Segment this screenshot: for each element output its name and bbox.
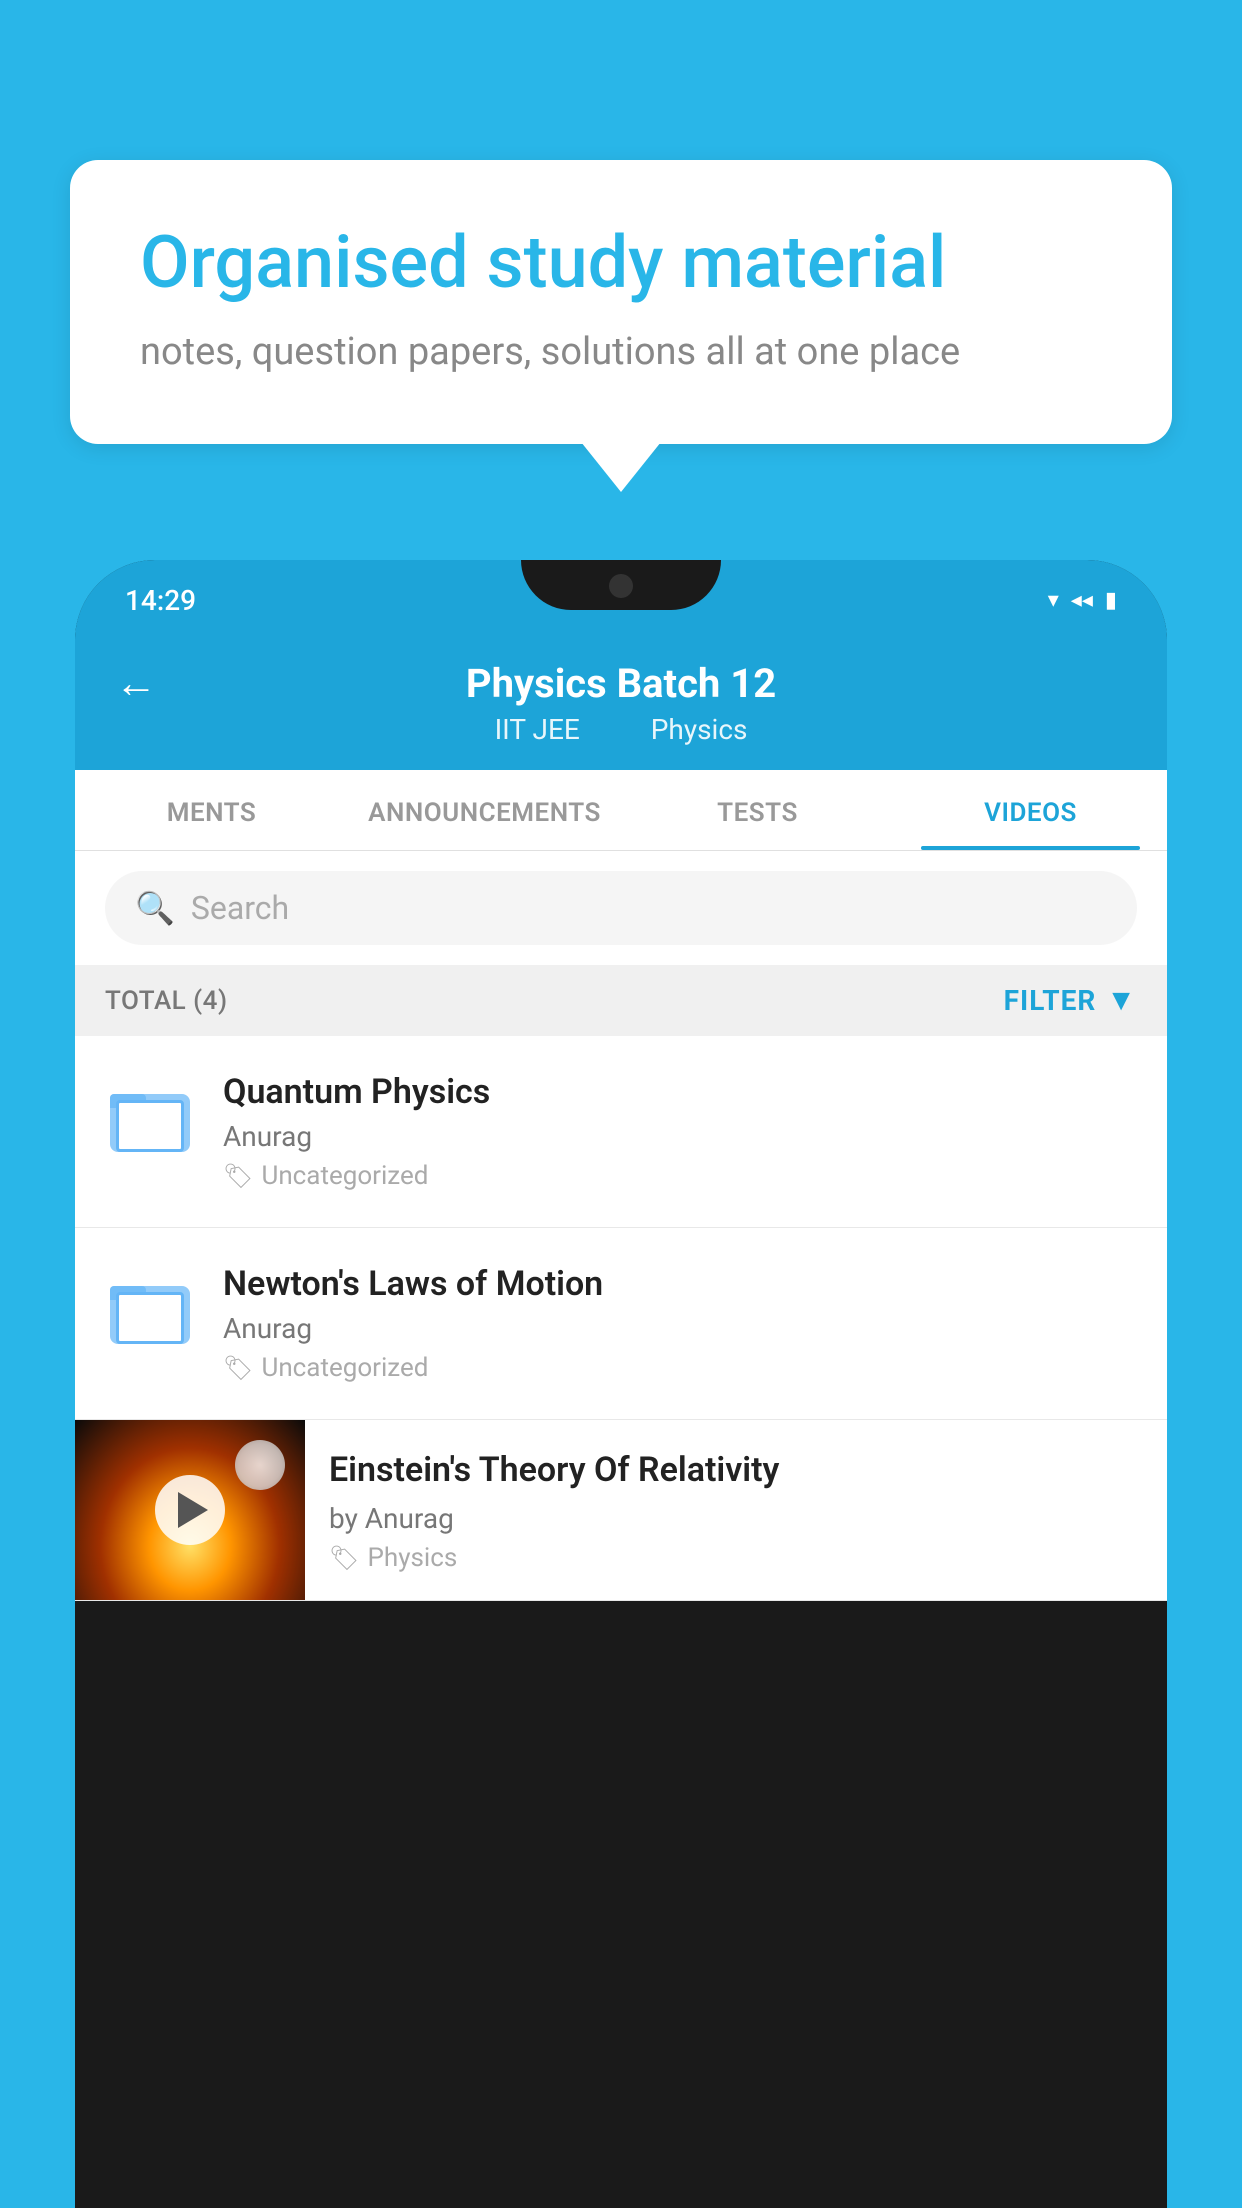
item-content: Quantum Physics Anurag 🏷 Uncategorized: [223, 1072, 1137, 1191]
video-item-thumbnail[interactable]: Einstein's Theory Of Relativity by Anura…: [75, 1420, 1167, 1601]
play-button[interactable]: [155, 1475, 225, 1545]
tab-tests[interactable]: TESTS: [621, 770, 894, 850]
tag-icon: 🏷: [329, 1544, 359, 1572]
video-item[interactable]: Quantum Physics Anurag 🏷 Uncategorized: [75, 1036, 1167, 1228]
camera-notch: [609, 574, 633, 598]
item-title: Quantum Physics: [223, 1072, 1137, 1112]
header-tag1: IIT JEE: [495, 713, 580, 746]
item-author: Anurag: [223, 1312, 1137, 1345]
speech-bubble-subtitle: notes, question papers, solutions all at…: [140, 330, 1102, 374]
item-author: Anurag: [223, 1120, 1137, 1153]
filter-row: TOTAL (4) FILTER ▼: [75, 965, 1167, 1036]
item-content: Newton's Laws of Motion Anurag 🏷 Uncateg…: [223, 1264, 1137, 1383]
item-title: Einstein's Theory Of Relativity: [329, 1448, 1147, 1492]
tab-bar: MENTS ANNOUNCEMENTS TESTS VIDEOS: [75, 770, 1167, 851]
search-icon: 🔍: [135, 889, 175, 927]
header-subtitle: IIT JEE Physics: [479, 713, 764, 746]
item-tag: 🏷 Physics: [329, 1543, 1147, 1573]
phone-frame: 14:29 ▾ ◂◂ ▮ ← Physics Batch 12 IIT JEE …: [75, 560, 1167, 2208]
thumb-content: Einstein's Theory Of Relativity by Anura…: [305, 1420, 1167, 1593]
item-tag: 🏷 Uncategorized: [223, 1161, 1137, 1191]
total-count: TOTAL (4): [105, 986, 228, 1016]
video-item[interactable]: Newton's Laws of Motion Anurag 🏷 Uncateg…: [75, 1228, 1167, 1420]
item-tag: 🏷 Uncategorized: [223, 1353, 1137, 1383]
tab-announcements[interactable]: ANNOUNCEMENTS: [348, 770, 621, 850]
item-folder-icon: [105, 1072, 195, 1162]
search-bar[interactable]: 🔍 Search: [105, 871, 1137, 945]
speech-bubble-card: Organised study material notes, question…: [70, 160, 1172, 444]
video-list: Quantum Physics Anurag 🏷 Uncategorized N…: [75, 1036, 1167, 1601]
tab-videos[interactable]: VIDEOS: [894, 770, 1167, 850]
header-tag2: Physics: [651, 713, 748, 746]
search-placeholder: Search: [191, 889, 289, 927]
filter-icon: ▼: [1106, 983, 1137, 1018]
item-title: Newton's Laws of Motion: [223, 1264, 1137, 1304]
search-area: 🔍 Search: [75, 851, 1167, 965]
item-author: by Anurag: [329, 1502, 1147, 1535]
tab-ments[interactable]: MENTS: [75, 770, 348, 850]
filter-button[interactable]: FILTER ▼: [1004, 983, 1137, 1018]
status-icons: ▾ ◂◂ ▮: [1048, 588, 1117, 613]
video-thumbnail: [75, 1420, 305, 1600]
wifi-icon: ▾: [1048, 588, 1059, 613]
status-time: 14:29: [125, 584, 196, 617]
item-folder-icon: [105, 1264, 195, 1354]
tag-icon: 🏷: [223, 1162, 253, 1190]
play-icon: [178, 1492, 208, 1528]
signal-icon: ◂◂: [1071, 588, 1093, 613]
status-bar: 14:29 ▾ ◂◂ ▮: [75, 560, 1167, 640]
app-header: ← Physics Batch 12 IIT JEE Physics: [75, 640, 1167, 770]
speech-bubble-title: Organised study material: [140, 220, 1102, 306]
back-button[interactable]: ←: [115, 659, 157, 708]
battery-icon: ▮: [1105, 588, 1117, 613]
header-title: Physics Batch 12: [115, 660, 1127, 707]
tag-icon: 🏷: [223, 1354, 253, 1382]
